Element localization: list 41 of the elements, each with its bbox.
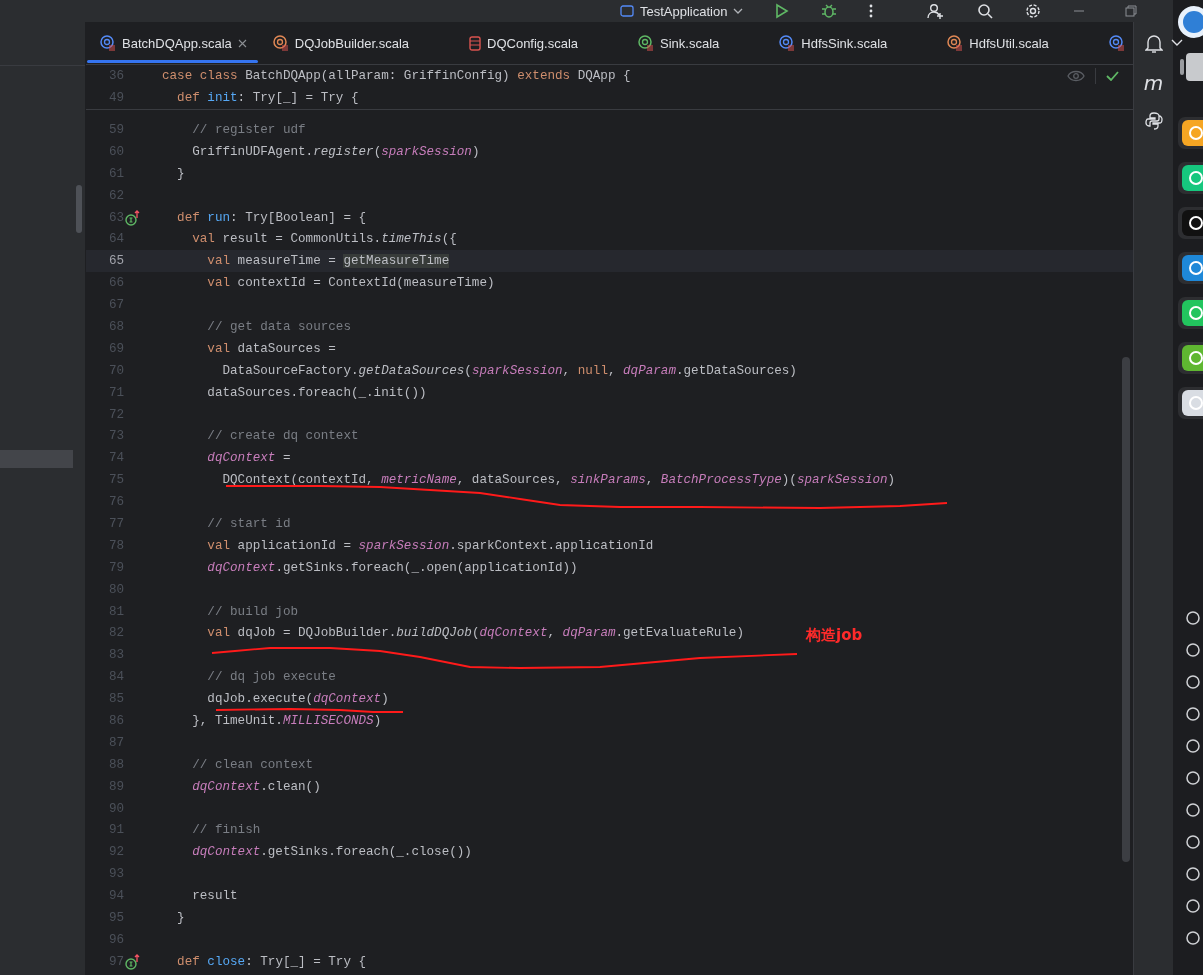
code-line: dqJob.execute(dqContext) [206,692,389,707]
code-line: val dataSources = [206,341,336,356]
code-line: // finish [191,823,261,838]
editor-tab[interactable]: HdfsUtil.scala [933,22,1095,64]
code-line: dqContext.clean() [191,779,321,794]
tool-window-button[interactable]: m [1143,72,1164,94]
code-line: DQContext(contextId, metricName, dataSources, sinkParams, BatchProcessType)(sparkSession) [221,473,896,488]
code-line: } [176,166,185,181]
code-line: GriffinUDFAgent.register(sparkSession) [191,144,480,159]
code-line: val applicationId = sparkSession.sparkContext.applicationId [206,538,654,553]
code-line: case class BatchDQApp(allParam: GriffinConfig) extends DQApp { [162,69,631,83]
code-line: dqContext = [206,451,291,466]
code-line: // register udf [191,122,306,137]
code-line: }, TimeUnit.MILLISECONDS) [191,714,382,728]
code-line: // get data sources [206,319,351,334]
code-line: dqContext.getSinks.foreach(_.close()) [191,845,472,860]
line-number: 65 [107,254,124,269]
code-line: // build job [206,604,299,619]
code-line: // clean context [191,757,314,772]
annotation-note: 构造job [806,626,863,645]
code-line: def close: Try[_] = Try { [176,954,367,969]
editor-tab[interactable]: BatchDQApp.scala [86,22,259,64]
code-line: // create dq context [206,429,359,444]
code-line: def run: Try[Boolean] = { [176,210,367,225]
code-line: DataSourceFactory.getDataSources(sparkSession, null, dqParam.getDataSources) [221,363,797,378]
code-line: // start id [206,516,291,531]
code-line: val measureTime = getMeasureTime [206,254,450,269]
code-line: val result = CommonUtils.timeThis({ [191,232,457,247]
run-configuration[interactable]: TestApplication [640,3,728,19]
code-line: } [176,911,185,925]
editor-tab[interactable]: Sink.scala [624,22,766,64]
code-line: val contextId = ContextId(measureTime) [206,276,495,291]
editor-tab[interactable]: HdfsSink.scala [765,22,934,64]
code-line: def init: Try[_] = Try { [176,91,359,105]
code-line: dqContext.getSinks.foreach(_.open(applicationId)) [206,560,578,575]
code-line: dataSources.foreach(_.init()) [206,385,427,400]
code-line: val dqJob = DQJobBuilder.buildDQJob(dqContext, dqParam.getEvaluateRule) [206,626,744,641]
editor-tab[interactable]: DQConfig.scala [455,22,625,64]
code-line: // dq job execute [206,670,336,685]
editor-tab[interactable]: DQJobBuilder.scala [258,22,455,64]
code-line: result [191,889,238,904]
